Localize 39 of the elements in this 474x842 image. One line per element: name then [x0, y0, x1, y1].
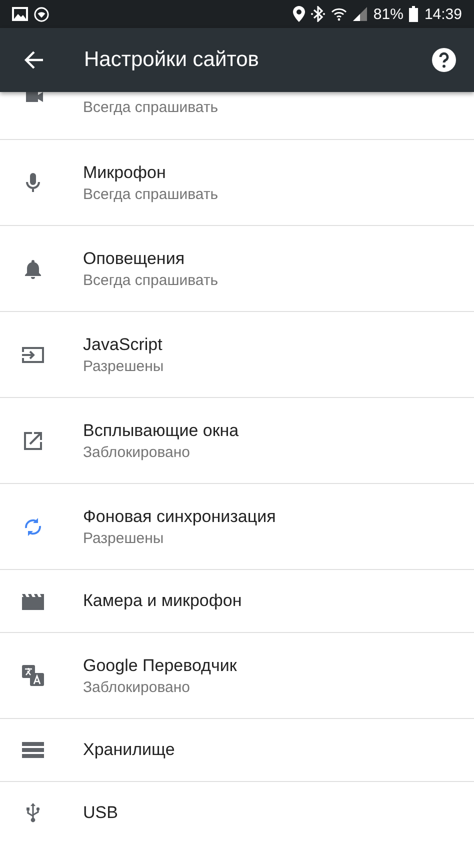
item-subtitle: Всегда спрашивать — [83, 186, 218, 202]
item-title: Всплывающие окна — [83, 420, 239, 440]
signal-icon — [353, 7, 368, 21]
bluetooth-icon — [311, 6, 326, 22]
location-icon — [293, 6, 306, 22]
item-title: Микрофон — [83, 162, 167, 182]
settings-item[interactable]: Оповещения Всегда спрашивать — [0, 226, 474, 312]
help-button[interactable] — [432, 48, 456, 72]
item-title: Фоновая синхронизация — [83, 506, 276, 526]
help-icon — [432, 48, 456, 72]
battery-percent: 81% — [373, 6, 404, 22]
item-subtitle: Заблокировано — [83, 444, 191, 460]
item-title: Хранилище — [83, 740, 175, 760]
settings-item[interactable]: Всплывающие окна Заблокировано — [0, 398, 474, 484]
settings-item[interactable]: Фоновая синхронизация Разрешены — [0, 484, 474, 570]
item-title: Камера и микрофон — [83, 591, 242, 611]
settings-item[interactable]: Хранилище — [0, 719, 474, 782]
item-subtitle: Всегда спрашивать — [83, 272, 218, 288]
item-title: JavaScript — [83, 334, 164, 354]
wifi-icon — [331, 7, 348, 21]
item-subtitle: Разрешены — [83, 358, 164, 374]
item-subtitle: Заблокировано — [83, 678, 191, 696]
item-subtitle: Всегда спрашивать — [83, 99, 218, 116]
screen-title: Настройки сайтов — [84, 48, 260, 72]
settings-item[interactable]: Всегда спрашивать — [0, 92, 474, 140]
circle-icon — [34, 6, 49, 22]
settings-item[interactable]: Google Переводчик Заблокировано — [0, 633, 474, 719]
battery-icon — [409, 6, 418, 22]
clock: 14:39 — [424, 6, 462, 22]
item-title: Оповещения — [83, 248, 186, 268]
settings-item[interactable]: Камера и микрофон — [0, 570, 474, 633]
image-icon — [12, 7, 28, 21]
settings-item[interactable]: Микрофон Всегда спрашивать — [0, 140, 474, 226]
item-title: USB — [83, 803, 118, 823]
settings-item[interactable]: USB — [0, 782, 474, 842]
back-icon — [24, 50, 44, 70]
item-subtitle: Разрешены — [83, 530, 165, 546]
item-title: Google Переводчик — [83, 656, 237, 676]
settings-item[interactable]: JavaScript Разрешены — [0, 312, 474, 398]
